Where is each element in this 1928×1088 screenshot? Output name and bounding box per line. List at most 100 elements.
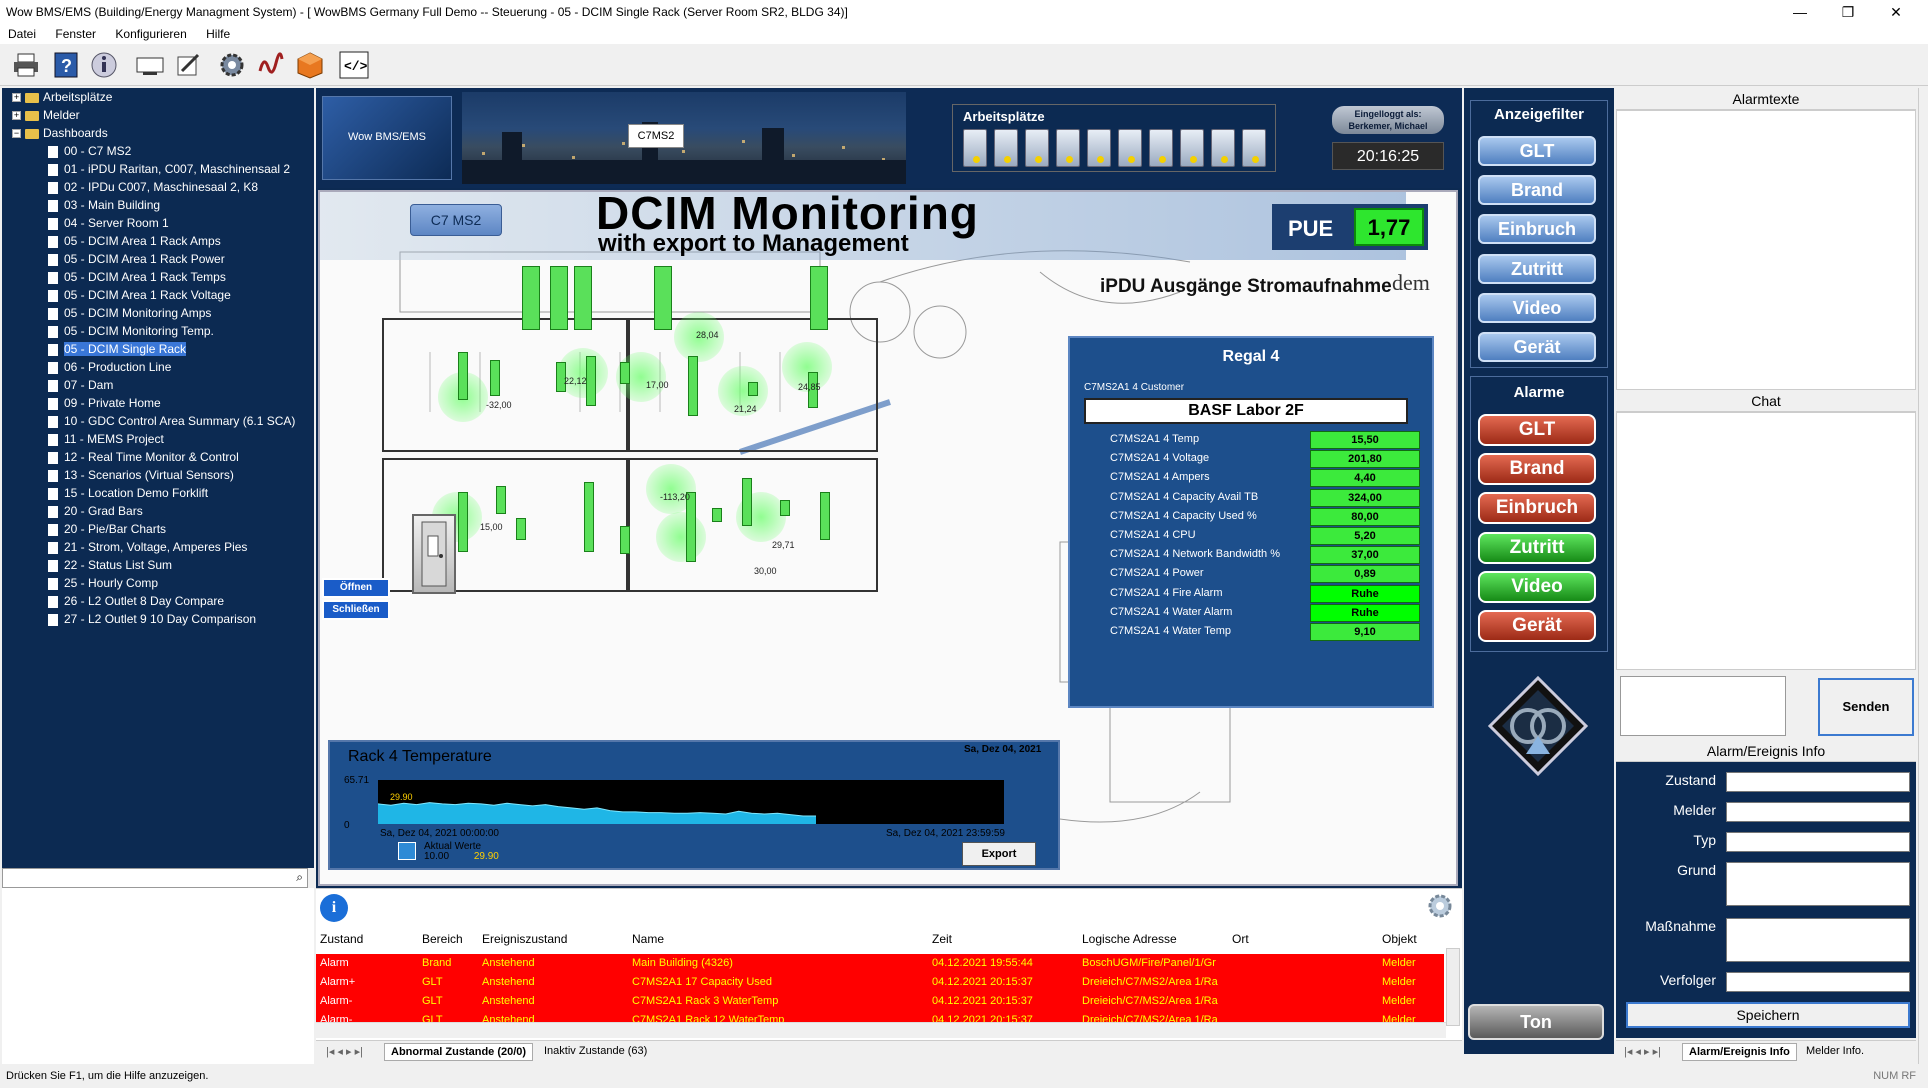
col-bereich[interactable]: Bereich	[422, 932, 463, 946]
expand-icon[interactable]: +	[12, 93, 21, 103]
horizontal-scrollbar[interactable]	[316, 1022, 1446, 1038]
tree-item[interactable]: 05 - DCIM Single Rack	[2, 340, 314, 358]
rack[interactable]	[574, 266, 592, 330]
alarm-texts-area[interactable]	[1616, 110, 1916, 390]
collapse-icon[interactable]: −	[12, 129, 21, 139]
table-row[interactable]: Alarm- GLT Anstehend C7MS2A1 Rack 3 WaterTe…	[316, 992, 1444, 1011]
tree-item[interactable]: 05 - DCIM Area 1 Rack Amps	[2, 232, 314, 250]
rack[interactable]	[458, 492, 468, 552]
alarm-button[interactable]: Gerät	[1478, 610, 1596, 642]
zustand-field[interactable]	[1726, 772, 1910, 792]
tree-item[interactable]: 20 - Grad Bars	[2, 502, 314, 520]
col-zustand[interactable]: Zustand	[320, 932, 363, 946]
search-icon[interactable]: ⌕	[296, 870, 303, 885]
filter-button[interactable]: Brand	[1478, 175, 1596, 206]
tab-abnormal[interactable]: Abnormal Zustande (20/0)	[384, 1043, 534, 1061]
tree-item[interactable]: 11 - MEMS Project	[2, 430, 314, 448]
col-objekt[interactable]: Objekt	[1382, 932, 1417, 946]
minimize-button[interactable]: —	[1780, 0, 1820, 24]
monitor-icon[interactable]	[134, 50, 166, 80]
alarm-button[interactable]: GLT	[1478, 414, 1596, 446]
tab-nav-arrows[interactable]: |◂ ◂ ▸ ▸|	[320, 1043, 369, 1060]
tree-item[interactable]: 12 - Real Time Monitor & Control	[2, 448, 314, 466]
info-icon[interactable]	[88, 50, 120, 80]
alarm-button[interactable]: Einbruch	[1478, 492, 1596, 525]
filter-button[interactable]: Gerät	[1478, 332, 1596, 362]
filter-button[interactable]: GLT	[1478, 136, 1596, 166]
filter-button[interactable]: Einbruch	[1478, 214, 1596, 245]
close-door-button[interactable]: Schließen	[322, 600, 390, 620]
workstation-icon[interactable]	[1087, 129, 1111, 167]
cube-icon[interactable]	[294, 50, 326, 80]
rack[interactable]	[748, 382, 758, 396]
rack[interactable]	[742, 478, 752, 526]
rack[interactable]	[820, 492, 830, 540]
tree-search-input[interactable]: ⌕	[2, 868, 308, 888]
tree-item[interactable]: 05 - DCIM Area 1 Rack Temps	[2, 268, 314, 286]
tree-item[interactable]: 04 - Server Room 1	[2, 214, 314, 232]
typ-field[interactable]	[1726, 832, 1910, 852]
massnahme-field[interactable]	[1726, 918, 1910, 962]
tree-item[interactable]: 07 - Dam	[2, 376, 314, 394]
workstation-icon[interactable]	[1056, 129, 1080, 167]
tree-item[interactable]: 21 - Strom, Voltage, Amperes Pies	[2, 538, 314, 556]
verfolger-field[interactable]	[1726, 972, 1910, 992]
rack[interactable]	[620, 526, 630, 554]
rack[interactable]	[490, 360, 500, 396]
tree-item[interactable]: 09 - Private Home	[2, 394, 314, 412]
workstation-icon[interactable]	[963, 129, 987, 167]
gear-icon[interactable]	[216, 50, 248, 80]
col-logische-adresse[interactable]: Logische Adresse	[1082, 932, 1177, 946]
tab-event-info[interactable]: Alarm/Ereignis Info	[1682, 1043, 1797, 1061]
close-button[interactable]: ✕	[1876, 0, 1916, 24]
tab-nav-arrows[interactable]: |◂ ◂ ▸ ▸|	[1618, 1043, 1667, 1060]
menu-hilfe[interactable]: Hilfe	[198, 24, 238, 44]
workstation-icon[interactable]	[1211, 129, 1235, 167]
menu-datei[interactable]: Datei	[0, 24, 44, 44]
rack[interactable]	[620, 362, 630, 384]
workstation-icon[interactable]	[1118, 129, 1142, 167]
tree-item[interactable]: 25 - Hourly Comp	[2, 574, 314, 592]
tree-group-arbeitsplaetze[interactable]: + Arbeitsplätze	[2, 88, 314, 106]
tree-item[interactable]: 13 - Scenarios (Virtual Sensors)	[2, 466, 314, 484]
tab-inaktiv[interactable]: Inaktiv Zustande (63)	[538, 1043, 653, 1059]
tree-item[interactable]: 00 - C7 MS2	[2, 142, 314, 160]
filter-button[interactable]: Zutritt	[1478, 253, 1596, 284]
vertical-scrollbar[interactable]	[1918, 88, 1928, 1064]
tree-item[interactable]: 02 - IPDu C007, Maschinesaal 2, K8	[2, 178, 314, 196]
rack[interactable]	[522, 266, 540, 330]
rack[interactable]	[810, 266, 828, 330]
save-button[interactable]: Speichern	[1626, 1002, 1910, 1028]
col-name[interactable]: Name	[632, 932, 664, 946]
col-ereigniszustand[interactable]: Ereigniszustand	[482, 932, 567, 946]
tree-item[interactable]: 05 - DCIM Area 1 Rack Voltage	[2, 286, 314, 304]
print-icon[interactable]	[10, 50, 42, 80]
tree-item[interactable]: 05 - DCIM Monitoring Temp.	[2, 322, 314, 340]
tree-item[interactable]: 05 - DCIM Area 1 Rack Power	[2, 250, 314, 268]
tree-item[interactable]: 03 - Main Building	[2, 196, 314, 214]
edit-icon[interactable]	[172, 50, 204, 80]
export-button[interactable]: Export	[962, 842, 1036, 866]
table-row[interactable]: Alarm Brand Anstehend Main Building (4326) 0…	[316, 954, 1444, 973]
tree-item[interactable]: 26 - L2 Outlet 8 Day Compare	[2, 592, 314, 610]
expand-icon[interactable]: +	[12, 111, 21, 121]
alarm-button[interactable]: Brand	[1478, 453, 1596, 486]
wave-icon[interactable]	[254, 50, 286, 80]
open-button[interactable]: Öffnen	[322, 578, 390, 598]
maximize-button[interactable]: ❐	[1828, 0, 1868, 24]
rack[interactable]	[780, 500, 790, 516]
tab-melder-info[interactable]: Melder Info.	[1800, 1043, 1870, 1059]
rack[interactable]	[586, 356, 596, 406]
info-icon[interactable]: i	[320, 894, 348, 922]
workstation-icon[interactable]	[1025, 129, 1049, 167]
tree-group-melder[interactable]: + Melder	[2, 106, 314, 124]
rack[interactable]	[550, 266, 568, 330]
door-icon[interactable]	[412, 514, 456, 594]
rack[interactable]	[686, 492, 696, 562]
settings-gear-icon[interactable]	[1426, 892, 1454, 920]
tree-group-dashboards[interactable]: − Dashboards	[2, 124, 314, 142]
tree-item[interactable]: 10 - GDC Control Area Summary (6.1 SCA)	[2, 412, 314, 430]
tree-item[interactable]: 01 - iPDU Raritan, C007, Maschinensaal 2	[2, 160, 314, 178]
alarm-button[interactable]: Video	[1478, 570, 1596, 603]
workstation-icon[interactable]	[1242, 129, 1266, 167]
